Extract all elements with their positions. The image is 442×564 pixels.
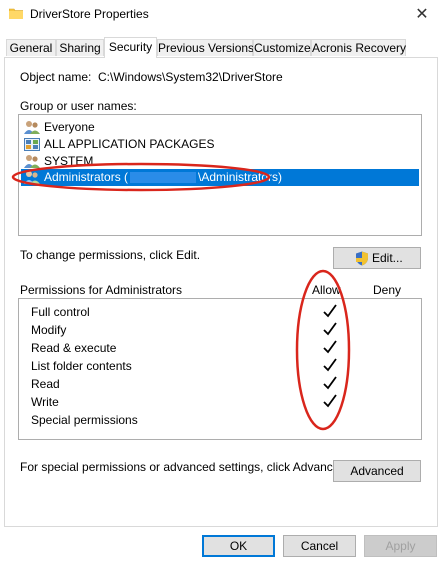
tab-acronis-recovery[interactable]: Acronis Recovery <box>311 39 406 56</box>
folder-icon <box>9 8 23 19</box>
user-list[interactable]: Everyone ALL APPLICATION PACKAGES SYSTEM… <box>18 114 422 236</box>
redacted-domain <box>130 172 197 184</box>
allow-column-header: Allow <box>312 283 341 297</box>
permission-name: Special permissions <box>31 413 138 427</box>
permission-row: Full control <box>31 303 421 321</box>
list-item[interactable]: Everyone <box>21 119 419 136</box>
list-item-administrators[interactable]: Administrators ( \Administrators) <box>21 169 419 186</box>
change-permissions-text: To change permissions, click Edit. <box>20 248 201 262</box>
list-item-label: Administrators ( \Administrators) <box>44 169 282 186</box>
check-icon <box>323 358 337 372</box>
tab-previous-versions[interactable]: Previous Versions <box>157 39 254 56</box>
cancel-button[interactable]: Cancel <box>283 535 356 557</box>
check-icon <box>323 304 337 318</box>
edit-button[interactable]: Edit... <box>333 247 421 269</box>
edit-button-label: Edit... <box>372 251 403 265</box>
permission-row: Write <box>31 393 421 411</box>
permission-row: Modify <box>31 321 421 339</box>
ok-button[interactable]: OK <box>202 535 275 557</box>
permission-name: Modify <box>31 323 67 337</box>
tab-customize[interactable]: Customize <box>253 39 311 56</box>
admin-name-suffix: \Administrators) <box>198 170 283 184</box>
check-icon <box>323 340 337 354</box>
window-title: DriverStore Properties <box>30 7 149 21</box>
check-icon <box>323 322 337 336</box>
list-item[interactable]: SYSTEM <box>21 153 419 170</box>
check-icon <box>323 376 337 390</box>
tab-general[interactable]: General <box>6 39 56 56</box>
permission-name: Full control <box>31 305 90 319</box>
shield-icon <box>356 251 368 266</box>
apply-button[interactable]: Apply <box>364 535 437 557</box>
permission-name: Write <box>31 395 59 409</box>
tab-strip: General Sharing Security Previous Versio… <box>4 37 438 58</box>
users-icon <box>24 155 40 168</box>
permissions-list: Full control Modify Read & execute List … <box>18 298 422 440</box>
packages-icon <box>24 138 40 151</box>
tab-sharing[interactable]: Sharing <box>56 39 104 56</box>
deny-column-header: Deny <box>373 283 402 297</box>
list-item-label: Everyone <box>44 120 95 134</box>
users-icon <box>24 171 40 184</box>
list-item-label: ALL APPLICATION PACKAGES <box>44 137 215 151</box>
advanced-button[interactable]: Advanced <box>333 460 421 482</box>
list-item[interactable]: ALL APPLICATION PACKAGES <box>21 136 419 153</box>
check-icon <box>323 394 337 408</box>
permission-name: Read <box>31 377 60 391</box>
advanced-settings-text: For special permissions or advanced sett… <box>20 460 350 474</box>
users-icon <box>24 121 40 134</box>
permission-row: List folder contents <box>31 357 421 375</box>
object-name-value: C:\Windows\System32\DriverStore <box>98 70 283 84</box>
permissions-header: Permissions for Administrators <box>20 283 183 297</box>
permission-row: Read <box>31 375 421 393</box>
permission-row: Special permissions <box>31 411 421 429</box>
group-user-names-label: Group or user names: <box>20 99 137 113</box>
permission-name: Read & execute <box>31 341 117 355</box>
list-item-label: SYSTEM <box>44 154 94 168</box>
permission-row: Read & execute <box>31 339 421 357</box>
admin-name-prefix: Administrators ( <box>44 170 129 184</box>
object-name-label: Object name: <box>20 70 92 84</box>
tab-security[interactable]: Security <box>104 37 157 58</box>
close-button[interactable]: ✕ <box>412 6 432 24</box>
permission-name: List folder contents <box>31 359 132 373</box>
